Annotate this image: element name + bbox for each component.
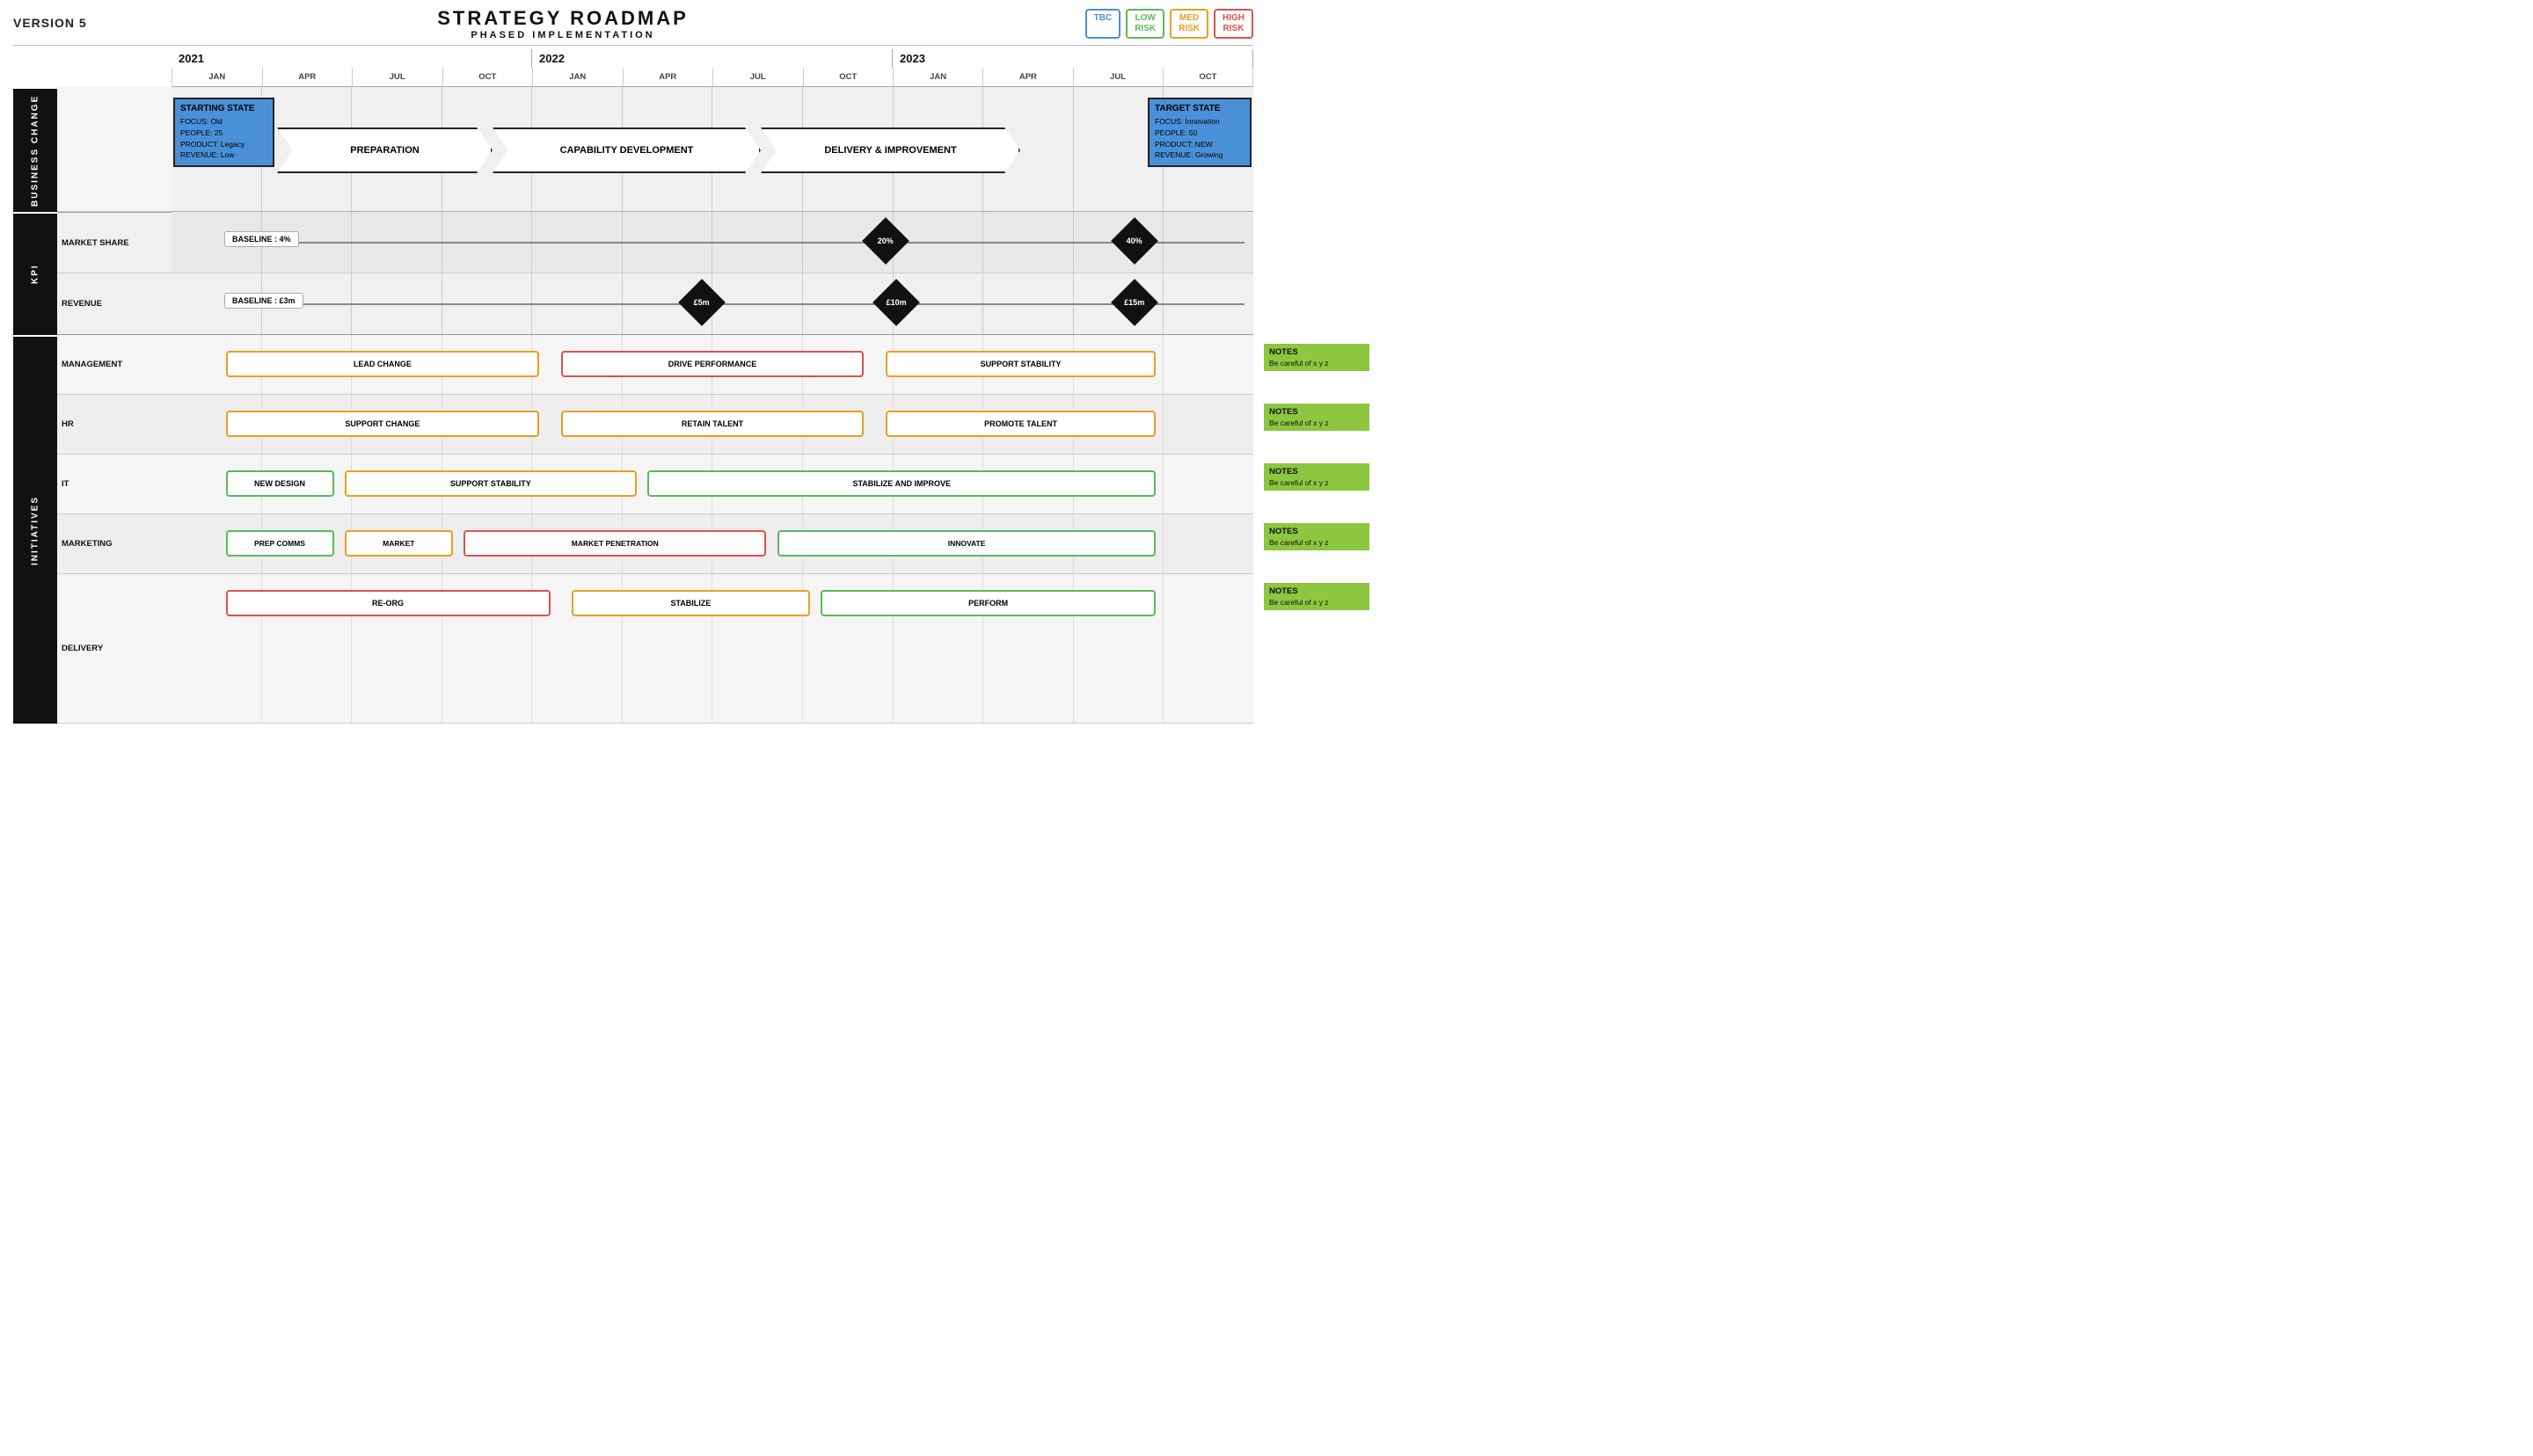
year-2022-label: 2022 bbox=[532, 49, 893, 68]
year-2022: 2022 JAN APR JUL OCT bbox=[532, 49, 893, 86]
legend-med: MED RISK bbox=[1170, 9, 1208, 39]
mgmt-bar-lead-change: LEAD CHANGE bbox=[226, 351, 540, 377]
starting-state-content: FOCUS: Old PEOPLE: 25 PRODUCT: Legacy RE… bbox=[180, 116, 267, 161]
legend-low: LOW RISK bbox=[1126, 9, 1164, 39]
month-apr-2022: APR bbox=[623, 68, 713, 86]
year-2021: 2021 JAN APR JUL OCT bbox=[172, 49, 532, 86]
year-2023-label: 2023 bbox=[893, 49, 1253, 68]
bc-arrow-preparation: PREPARATION bbox=[277, 127, 493, 173]
month-jan-2023: JAN bbox=[893, 68, 982, 86]
timeline-spacer-label bbox=[13, 49, 57, 87]
month-jul-2023: JUL bbox=[1073, 68, 1163, 86]
init-delivery-row: RE-ORG STABILIZE PERFORM NOTES Be carefu… bbox=[172, 574, 1253, 724]
year-2022-months: JAN APR JUL OCT bbox=[532, 68, 893, 86]
del-bar-stabilize: STABILIZE bbox=[572, 590, 810, 616]
mkt-bar-market-pen: MARKET PENETRATION bbox=[464, 530, 766, 557]
hr-bar-retain: RETAIN TALENT bbox=[561, 411, 864, 437]
body-area: BUSINESS CHANGE KPI INITIATIVES MARKET S… bbox=[0, 49, 1266, 728]
title-block: STRATEGY ROADMAP PHASED IMPLEMENTATION bbox=[437, 7, 689, 40]
sub-timeline-spacer bbox=[57, 49, 172, 87]
target-state-box: TARGET STATE FOCUS: Innovation PEOPLE: 5… bbox=[1148, 98, 1252, 167]
starting-state-box: STARTING STATE FOCUS: Old PEOPLE: 25 PRO… bbox=[173, 98, 274, 167]
month-oct-2022: OCT bbox=[803, 68, 894, 86]
init-it-label: IT bbox=[57, 455, 172, 514]
ms-diamond-40: 40% bbox=[1118, 224, 1151, 258]
starting-state-title: STARTING STATE bbox=[180, 104, 267, 113]
legend-tbc: TBC bbox=[1085, 9, 1121, 39]
rev-baseline: BASELINE : £3m bbox=[224, 293, 303, 309]
it-bar-support-stab: SUPPORT STABILITY bbox=[345, 470, 637, 497]
bc-row: STARTING STATE FOCUS: Old PEOPLE: 25 PRO… bbox=[172, 87, 1253, 212]
bc-arrow-capability: CAPABILITY DEVELOPMENT bbox=[493, 127, 761, 173]
bc-arrow-delivery: DELIVERY & IMPROVEMENT bbox=[761, 127, 1020, 173]
sub-labels: MARKET SHARE REVENUE MANAGEMENT HR IT MA… bbox=[57, 49, 172, 724]
mkt-bar-prep-comms: PREP COMMS bbox=[226, 530, 334, 557]
del-bar-reorg: RE-ORG bbox=[226, 590, 551, 616]
hr-notes: NOTES Be careful of x y z bbox=[1264, 404, 1369, 431]
legend-high: HIGH RISK bbox=[1214, 9, 1253, 39]
section-labels: BUSINESS CHANGE KPI INITIATIVES bbox=[13, 49, 57, 724]
init-management-row: LEAD CHANGE DRIVE PERFORMANCE SUPPORT ST… bbox=[172, 335, 1253, 395]
month-oct-2021: OCT bbox=[442, 68, 533, 86]
mgmt-bar-support-stab: SUPPORT STABILITY bbox=[886, 351, 1157, 377]
rev-line bbox=[224, 303, 1245, 305]
hr-bar-promote: PROMOTE TALENT bbox=[886, 411, 1157, 437]
del-notes: NOTES Be careful of x y z bbox=[1264, 583, 1369, 610]
kpi-market-share-label: MARKET SHARE bbox=[57, 212, 172, 273]
header: VERSION 5 STRATEGY ROADMAP PHASED IMPLEM… bbox=[0, 0, 1266, 45]
month-apr-2023: APR bbox=[982, 68, 1072, 86]
ms-diamond-20: 20% bbox=[869, 224, 902, 258]
section-label-kpi: KPI bbox=[13, 212, 57, 335]
kpi-market-share-row: BASELINE : 4% 20% 40% bbox=[172, 212, 1253, 273]
section-label-business-change: BUSINESS CHANGE bbox=[13, 87, 57, 212]
init-marketing-label: MARKETING bbox=[57, 514, 172, 574]
month-jul-2022: JUL bbox=[712, 68, 803, 86]
init-it-row: NEW DESIGN SUPPORT STABILITY STABILIZE A… bbox=[172, 455, 1253, 514]
year-2021-months: JAN APR JUL OCT bbox=[172, 68, 532, 86]
main-title: STRATEGY ROADMAP bbox=[437, 7, 689, 30]
month-jan-2022: JAN bbox=[532, 68, 623, 86]
init-marketing-row: PREP COMMS MARKET MARKET PENETRATION INN… bbox=[172, 514, 1253, 574]
it-bar-stabilize-improve: STABILIZE AND IMPROVE bbox=[647, 470, 1156, 497]
rev-diamond-5m: £5m bbox=[685, 286, 719, 319]
it-notes: NOTES Be careful of x y z bbox=[1264, 463, 1369, 491]
mkt-notes: NOTES Be careful of x y z bbox=[1264, 523, 1369, 550]
mkt-bar-innovate: INNOVATE bbox=[777, 530, 1157, 557]
year-2023: 2023 JAN APR JUL OCT bbox=[893, 49, 1253, 86]
data-area: 2021 JAN APR JUL OCT 2022 JAN APR JUL bbox=[172, 49, 1253, 724]
year-2021-label: 2021 bbox=[172, 49, 532, 68]
init-hr-label: HR bbox=[57, 395, 172, 455]
page: VERSION 5 STRATEGY ROADMAP PHASED IMPLEM… bbox=[0, 0, 1266, 728]
target-state-title: TARGET STATE bbox=[1155, 104, 1245, 113]
month-apr-2021: APR bbox=[262, 68, 353, 86]
kpi-revenue-label: REVENUE bbox=[57, 273, 172, 335]
timeline-row: 2021 JAN APR JUL OCT 2022 JAN APR JUL bbox=[172, 49, 1253, 87]
legend: TBC LOW RISK MED RISK HIGH RISK bbox=[1007, 9, 1253, 39]
version-label: VERSION 5 bbox=[13, 16, 119, 32]
kpi-revenue-row: BASELINE : £3m £5m £10m £15m bbox=[172, 273, 1253, 335]
bc-sub-spacer bbox=[57, 87, 172, 212]
month-jul-2021: JUL bbox=[352, 68, 442, 86]
mkt-bar-market: MARKET bbox=[345, 530, 453, 557]
hr-bar-support-change: SUPPORT CHANGE bbox=[226, 411, 540, 437]
ms-baseline: BASELINE : 4% bbox=[224, 231, 299, 247]
init-management-label: MANAGEMENT bbox=[57, 335, 172, 395]
month-oct-2023: OCT bbox=[1163, 68, 1253, 86]
rev-diamond-10m: £10m bbox=[880, 286, 913, 319]
init-hr-row: SUPPORT CHANGE RETAIN TALENT PROMOTE TAL… bbox=[172, 395, 1253, 455]
subtitle: PHASED IMPLEMENTATION bbox=[437, 30, 689, 40]
mgmt-bar-drive-perf: DRIVE PERFORMANCE bbox=[561, 351, 864, 377]
mgmt-notes: NOTES Be careful of x y z bbox=[1264, 344, 1369, 371]
it-bar-new-design: NEW DESIGN bbox=[226, 470, 334, 497]
init-delivery-label: DELIVERY bbox=[57, 574, 172, 724]
rev-diamond-15m: £15m bbox=[1118, 286, 1151, 319]
del-bar-perform: PERFORM bbox=[821, 590, 1156, 616]
section-label-initiatives: INITIATIVES bbox=[13, 335, 57, 724]
target-state-content: FOCUS: Innovation PEOPLE: 50 PRODUCT: NE… bbox=[1155, 116, 1245, 161]
ms-line bbox=[224, 242, 1245, 244]
year-2023-months: JAN APR JUL OCT bbox=[893, 68, 1253, 86]
month-jan-2021: JAN bbox=[172, 68, 262, 86]
